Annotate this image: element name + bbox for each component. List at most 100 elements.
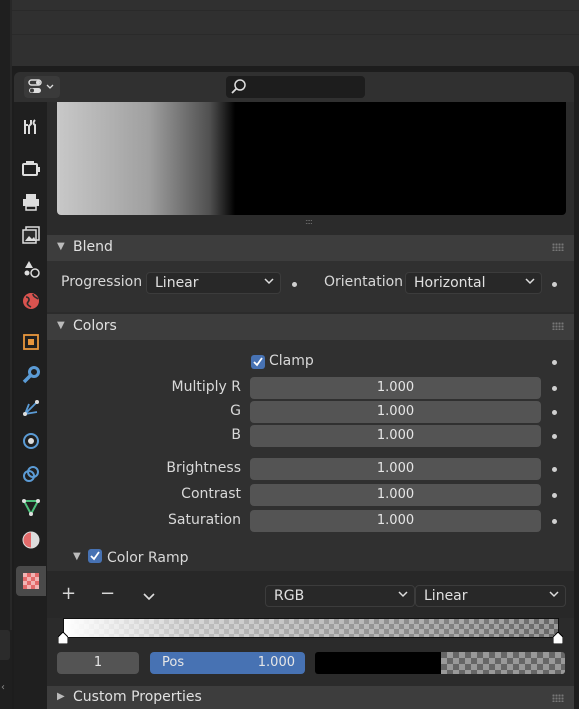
clamp-label: Clamp — [269, 353, 314, 369]
orientation-dropdown[interactable]: Horizontal — [405, 272, 542, 294]
swatch-alpha — [441, 652, 565, 674]
render-icon — [22, 161, 40, 176]
output-tab[interactable] — [16, 187, 46, 217]
orientation-value: Horizontal — [414, 275, 486, 291]
custom-properties-title: Custom Properties — [73, 689, 202, 705]
left-area-edge: ‹ — [0, 0, 12, 709]
contrast-field[interactable]: 1.000 — [250, 484, 541, 506]
b-label: B — [231, 427, 241, 443]
interpolation-value: Linear — [424, 588, 468, 604]
particles-icon — [23, 400, 39, 416]
stop-color-swatch[interactable] — [315, 652, 565, 674]
progression-label: Progression — [61, 274, 143, 290]
modifier-tab[interactable] — [16, 360, 46, 390]
multiply-b-field[interactable]: 1.000 — [250, 425, 541, 447]
ramp-menu-chevron-icon[interactable] — [142, 592, 156, 602]
active-stop-index-field[interactable]: 1 — [57, 652, 139, 674]
drag-grip-icon[interactable] — [552, 322, 564, 330]
output-icon — [23, 194, 39, 211]
collapsed-triangle-icon: ▶ — [57, 691, 65, 702]
color-ramp-bar[interactable] — [63, 618, 559, 638]
progression-value: Linear — [155, 275, 199, 291]
color-stop-left-icon[interactable] — [58, 632, 68, 644]
blend-panel-body: Progression Linear Orientation Horizonta… — [47, 261, 574, 312]
view-layer-tab[interactable] — [16, 220, 46, 250]
editor-type-icon — [28, 79, 54, 93]
keyframe-dot-icon[interactable] — [552, 434, 557, 439]
keyframe-dot-icon[interactable] — [552, 493, 557, 498]
stop-position-field[interactable]: Pos 1.000 — [150, 652, 305, 674]
saturation-field[interactable]: 1.000 — [250, 510, 541, 532]
blend-panel-header[interactable]: ▼ Blend — [47, 235, 574, 261]
g-label: G — [230, 403, 241, 419]
color-ramp-label: Color Ramp — [107, 550, 189, 566]
particles-tab[interactable] — [16, 393, 46, 423]
keyframe-dot-icon[interactable] — [292, 282, 297, 287]
colors-panel-body: Clamp Multiply R 1.000 G 1.000 B 1.000 B… — [47, 340, 574, 571]
multiply-r-field[interactable]: 1.000 — [250, 377, 541, 399]
add-stop-button[interactable]: + — [61, 583, 76, 604]
color-ramp-toolbar: + − RGB Linear — [47, 571, 574, 618]
keyframe-dot-icon[interactable] — [552, 467, 557, 472]
remove-stop-button[interactable]: − — [100, 583, 115, 604]
collapsed-region-tab[interactable] — [0, 630, 10, 660]
checkmark-icon — [253, 357, 263, 367]
drag-grip-icon[interactable] — [552, 243, 564, 251]
tool-tab[interactable] — [16, 112, 46, 142]
keyframe-dot-icon[interactable] — [552, 386, 557, 391]
scene-icon — [24, 261, 40, 278]
clamp-checkbox[interactable] — [251, 355, 265, 369]
colors-panel-header[interactable]: ▼ Colors — [47, 314, 574, 340]
brightness-field[interactable]: 1.000 — [250, 458, 541, 480]
interpolation-dropdown[interactable]: Linear — [415, 585, 566, 607]
drag-grip-icon[interactable] — [552, 694, 564, 702]
chevron-down-icon — [549, 591, 559, 598]
expand-triangle-icon[interactable]: ▼ — [73, 551, 81, 562]
material-tab[interactable] — [16, 525, 46, 555]
expand-triangle-icon: ▼ — [57, 320, 65, 331]
search-input[interactable] — [226, 76, 365, 98]
keyframe-dot-icon[interactable] — [552, 519, 557, 524]
keyframe-dot-icon[interactable] — [552, 360, 557, 365]
physics-tab[interactable] — [16, 426, 46, 456]
properties-tab-bar — [14, 102, 47, 709]
constraints-tab[interactable] — [16, 459, 46, 489]
pos-label: Pos — [162, 655, 185, 670]
upper-editor-area — [12, 0, 579, 66]
color-ramp-checkbox[interactable] — [88, 549, 102, 563]
expand-triangle-icon: ▼ — [57, 241, 65, 252]
search-icon — [231, 79, 246, 94]
texture-preview — [57, 102, 566, 215]
chevron-down-icon — [525, 278, 535, 285]
scene-tab[interactable] — [16, 253, 46, 283]
data-icon — [22, 499, 40, 517]
expand-arrow-icon[interactable]: ‹ — [1, 682, 5, 693]
keyframe-dot-icon[interactable] — [552, 282, 557, 287]
texture-tab[interactable] — [16, 566, 46, 596]
properties-header — [14, 72, 574, 102]
object-tab[interactable] — [16, 327, 46, 357]
render-tab[interactable] — [16, 154, 46, 184]
texture-icon — [23, 573, 39, 589]
progression-dropdown[interactable]: Linear — [146, 272, 281, 294]
editor-type-button[interactable] — [24, 76, 60, 98]
texture-preview-area — [57, 102, 566, 215]
properties-panel: :::: ▼ Blend Progression Linear Orientat… — [47, 102, 574, 709]
world-icon — [23, 293, 39, 309]
orientation-label: Orientation — [324, 274, 404, 290]
keyframe-dot-icon[interactable] — [552, 410, 557, 415]
data-tab[interactable] — [16, 492, 46, 522]
colors-panel-title: Colors — [73, 318, 117, 334]
area-border — [10, 0, 12, 630]
checkmark-icon — [90, 551, 100, 561]
custom-properties-panel-header[interactable]: ▶ Custom Properties — [47, 686, 574, 709]
color-stop-right-icon[interactable] — [553, 632, 563, 644]
multiply-g-field[interactable]: 1.000 — [250, 401, 541, 423]
color-mode-dropdown[interactable]: RGB — [265, 585, 415, 607]
world-tab[interactable] — [16, 286, 46, 316]
divider — [12, 34, 579, 35]
constraints-icon — [23, 466, 39, 482]
physics-icon — [23, 433, 39, 449]
preview-resize-handle[interactable]: :::: — [305, 217, 313, 226]
pos-value: 1.000 — [257, 655, 295, 670]
